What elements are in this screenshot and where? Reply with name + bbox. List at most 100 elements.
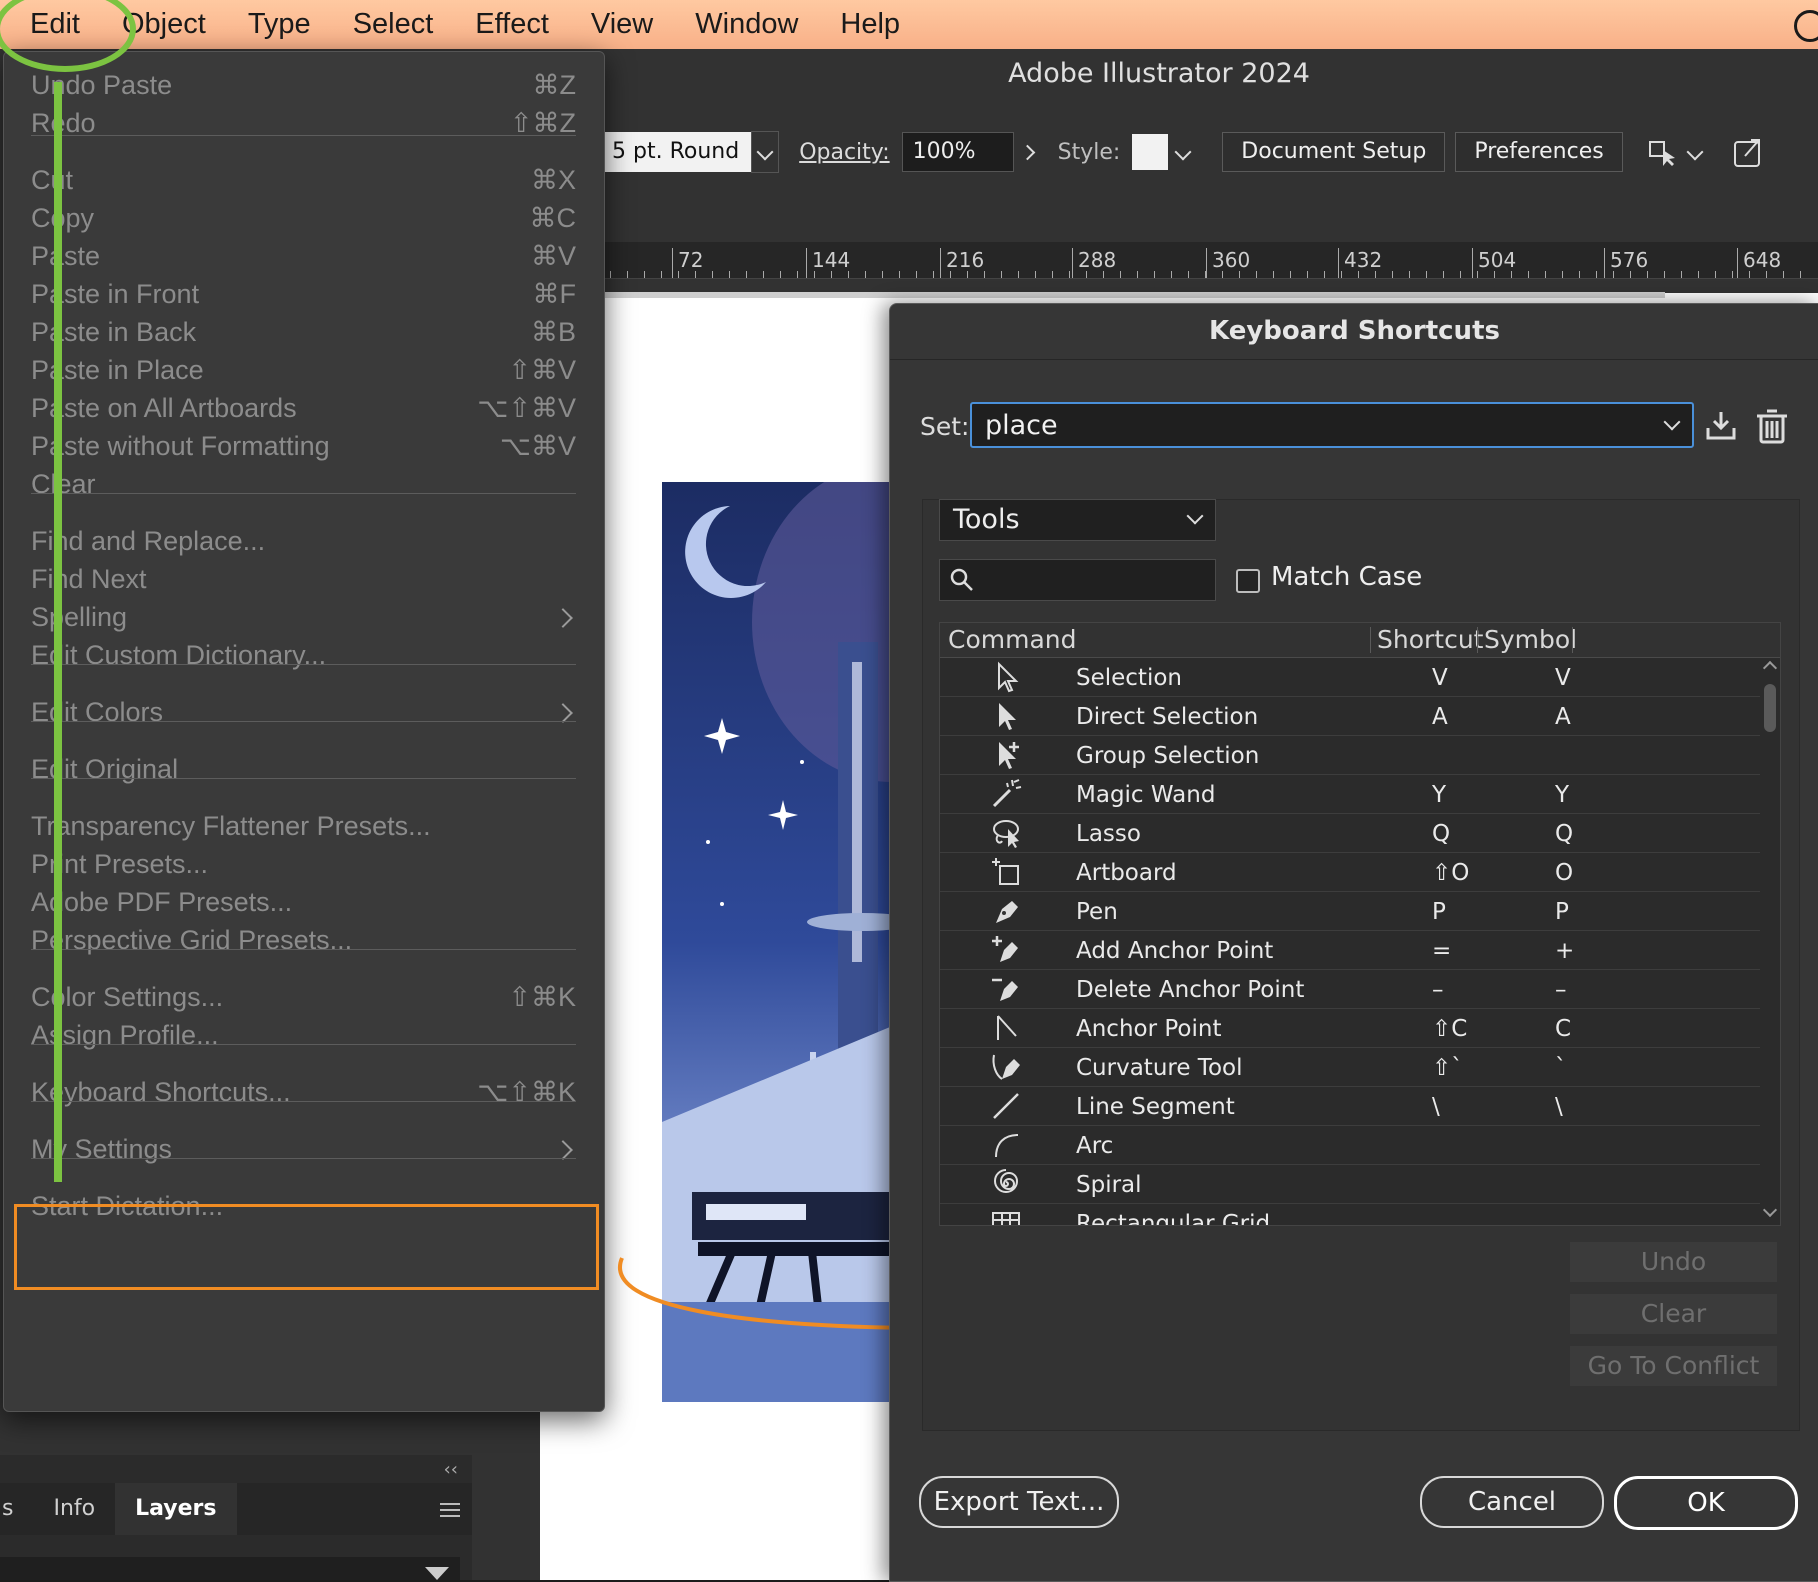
style-dropdown[interactable] [1168, 132, 1198, 172]
scrollbar-thumb[interactable] [1764, 684, 1776, 732]
menu-item-paste-in-place[interactable]: Paste in Place ⇧⌘V [31, 351, 576, 391]
tab-partial[interactable]: s [0, 1483, 33, 1535]
cell-symbol[interactable]: \ [1555, 1094, 1563, 1120]
chevron-up-icon[interactable] [1762, 660, 1778, 676]
cell-symbol[interactable]: A [1555, 704, 1571, 730]
menu-item-edit-colors[interactable]: Edit Colors [31, 693, 576, 733]
cell-symbol[interactable]: ` [1555, 1055, 1567, 1081]
menu-item-my-settings[interactable]: My Settings [31, 1130, 576, 1170]
column-symbol[interactable]: Symbol [1484, 625, 1577, 654]
menu-item-perspective-grid-presets[interactable]: Perspective Grid Presets... [31, 921, 576, 961]
cell-symbol[interactable]: Q [1555, 821, 1573, 847]
table-row[interactable]: Pen P P [940, 892, 1760, 931]
menu-item-spelling[interactable]: Spelling [31, 598, 576, 638]
table-row[interactable]: Spiral [940, 1165, 1760, 1204]
menu-item-edit-original[interactable]: Edit Original [31, 750, 576, 790]
canvas-scrollbar[interactable] [600, 292, 1665, 298]
table-row[interactable]: Rectangular Grid [940, 1204, 1760, 1225]
table-row[interactable]: Magic Wand Y Y [940, 775, 1760, 814]
menu-item-copy[interactable]: Copy ⌘C [31, 199, 576, 239]
cell-shortcut[interactable]: V [1432, 665, 1448, 691]
preferences-button[interactable]: Preferences [1455, 132, 1623, 172]
category-dropdown[interactable]: Tools [939, 499, 1216, 541]
cell-symbol[interactable]: – [1555, 977, 1567, 1003]
tab-info[interactable]: Info [33, 1483, 115, 1535]
style-swatch[interactable] [1132, 134, 1169, 170]
export-icon[interactable] [1731, 134, 1767, 170]
opacity-arrow[interactable] [1014, 132, 1042, 172]
opacity-input[interactable]: 100% [901, 132, 1014, 172]
cell-shortcut[interactable]: Q [1432, 821, 1450, 847]
menu-item-adobe-pdf-presets[interactable]: Adobe PDF Presets... [31, 883, 576, 923]
cell-symbol[interactable]: C [1555, 1016, 1571, 1042]
menu-item-clear[interactable]: Clear [31, 465, 576, 505]
opacity-label[interactable]: Opacity: [799, 140, 889, 165]
menu-item-paste-in-back[interactable]: Paste in Back ⌘B [31, 313, 576, 353]
cell-shortcut[interactable]: ⇧` [1432, 1055, 1463, 1081]
trash-icon[interactable] [1755, 408, 1789, 444]
undo-button[interactable]: Undo [1570, 1242, 1777, 1282]
panel-menu-icon[interactable] [440, 1499, 460, 1521]
table-row[interactable]: Line Segment \ \ [940, 1087, 1760, 1126]
stroke-profile-field[interactable]: 5 pt. Round [600, 132, 752, 172]
menu-item-find-next[interactable]: Find Next [31, 560, 576, 600]
menu-effect[interactable]: Effect [454, 0, 570, 49]
search-input[interactable] [939, 559, 1216, 601]
menu-item-undo[interactable]: Undo Paste ⌘Z [31, 66, 576, 106]
table-row[interactable]: Artboard ⇧O O [940, 853, 1760, 892]
table-row[interactable]: Group Selection [940, 736, 1760, 775]
cancel-button[interactable]: Cancel [1420, 1476, 1604, 1528]
menu-item-transparency-flattener-presets[interactable]: Transparency Flattener Presets... [31, 807, 576, 847]
cell-shortcut[interactable]: \ [1432, 1094, 1440, 1120]
match-case-checkbox[interactable] [1236, 569, 1260, 593]
menu-item-color-settings[interactable]: Color Settings... ⇧⌘K [31, 978, 576, 1018]
cell-shortcut[interactable]: P [1432, 899, 1446, 925]
table-row[interactable]: Selection V V [940, 658, 1760, 697]
triangle-down-icon[interactable] [425, 1567, 449, 1580]
table-row[interactable]: Arc [940, 1126, 1760, 1165]
table-row[interactable]: Direct Selection A A [940, 697, 1760, 736]
menu-item-paste[interactable]: Paste ⌘V [31, 237, 576, 277]
export-text-button[interactable]: Export Text... [919, 1476, 1119, 1528]
tab-layers[interactable]: Layers [115, 1483, 237, 1535]
cell-shortcut[interactable]: ⇧C [1432, 1016, 1467, 1042]
cell-shortcut[interactable]: – [1432, 977, 1444, 1003]
clear-button[interactable]: Clear [1570, 1294, 1777, 1334]
menu-item-print-presets[interactable]: Print Presets... [31, 845, 576, 885]
table-row[interactable]: Add Anchor Point = + [940, 931, 1760, 970]
menu-type[interactable]: Type [227, 0, 332, 49]
collapse-panel-button[interactable]: ‹‹ [444, 1459, 458, 1480]
column-command[interactable]: Command [948, 625, 1077, 654]
menu-item-cut[interactable]: Cut ⌘X [31, 161, 576, 201]
layers-field[interactable] [0, 1557, 460, 1580]
cell-symbol[interactable]: V [1555, 665, 1571, 691]
table-row[interactable]: Delete Anchor Point – – [940, 970, 1760, 1009]
save-set-icon[interactable] [1704, 408, 1738, 442]
cell-shortcut[interactable]: Y [1432, 782, 1446, 808]
table-row[interactable]: Curvature Tool ⇧` ` [940, 1048, 1760, 1087]
menu-item-keyboard-shortcuts[interactable]: Keyboard Shortcuts... ⌥⇧⌘K [31, 1073, 576, 1113]
menu-help[interactable]: Help [819, 0, 921, 49]
chevron-down-icon[interactable] [1762, 1202, 1778, 1218]
ok-button[interactable]: OK [1614, 1476, 1798, 1530]
table-scrollbar[interactable] [1760, 658, 1780, 1224]
set-dropdown[interactable]: place [970, 402, 1694, 448]
column-shortcut[interactable]: Shortcut [1377, 625, 1483, 654]
menu-item-paste-in-front[interactable]: Paste in Front ⌘F [31, 275, 576, 315]
menu-item-edit-custom-dictionary[interactable]: Edit Custom Dictionary... [31, 636, 576, 676]
menu-select[interactable]: Select [332, 0, 455, 49]
document-setup-button[interactable]: Document Setup [1222, 132, 1446, 172]
table-row[interactable]: Lasso Q Q [940, 814, 1760, 853]
chevron-down-icon[interactable] [1686, 143, 1704, 161]
cell-shortcut[interactable]: ⇧O [1432, 860, 1469, 886]
stroke-profile-dropdown[interactable] [751, 131, 780, 173]
menu-item-redo[interactable]: Redo ⇧⌘Z [31, 104, 576, 144]
cell-symbol[interactable]: O [1555, 860, 1573, 886]
cell-symbol[interactable]: P [1555, 899, 1569, 925]
table-row[interactable]: Anchor Point ⇧C C [940, 1009, 1760, 1048]
arrange-icon[interactable] [1645, 134, 1681, 170]
cell-shortcut[interactable]: = [1432, 938, 1451, 964]
cell-symbol[interactable]: Y [1555, 782, 1569, 808]
cell-symbol[interactable]: + [1555, 938, 1574, 964]
menu-item-find-and-replace[interactable]: Find and Replace... [31, 522, 576, 562]
